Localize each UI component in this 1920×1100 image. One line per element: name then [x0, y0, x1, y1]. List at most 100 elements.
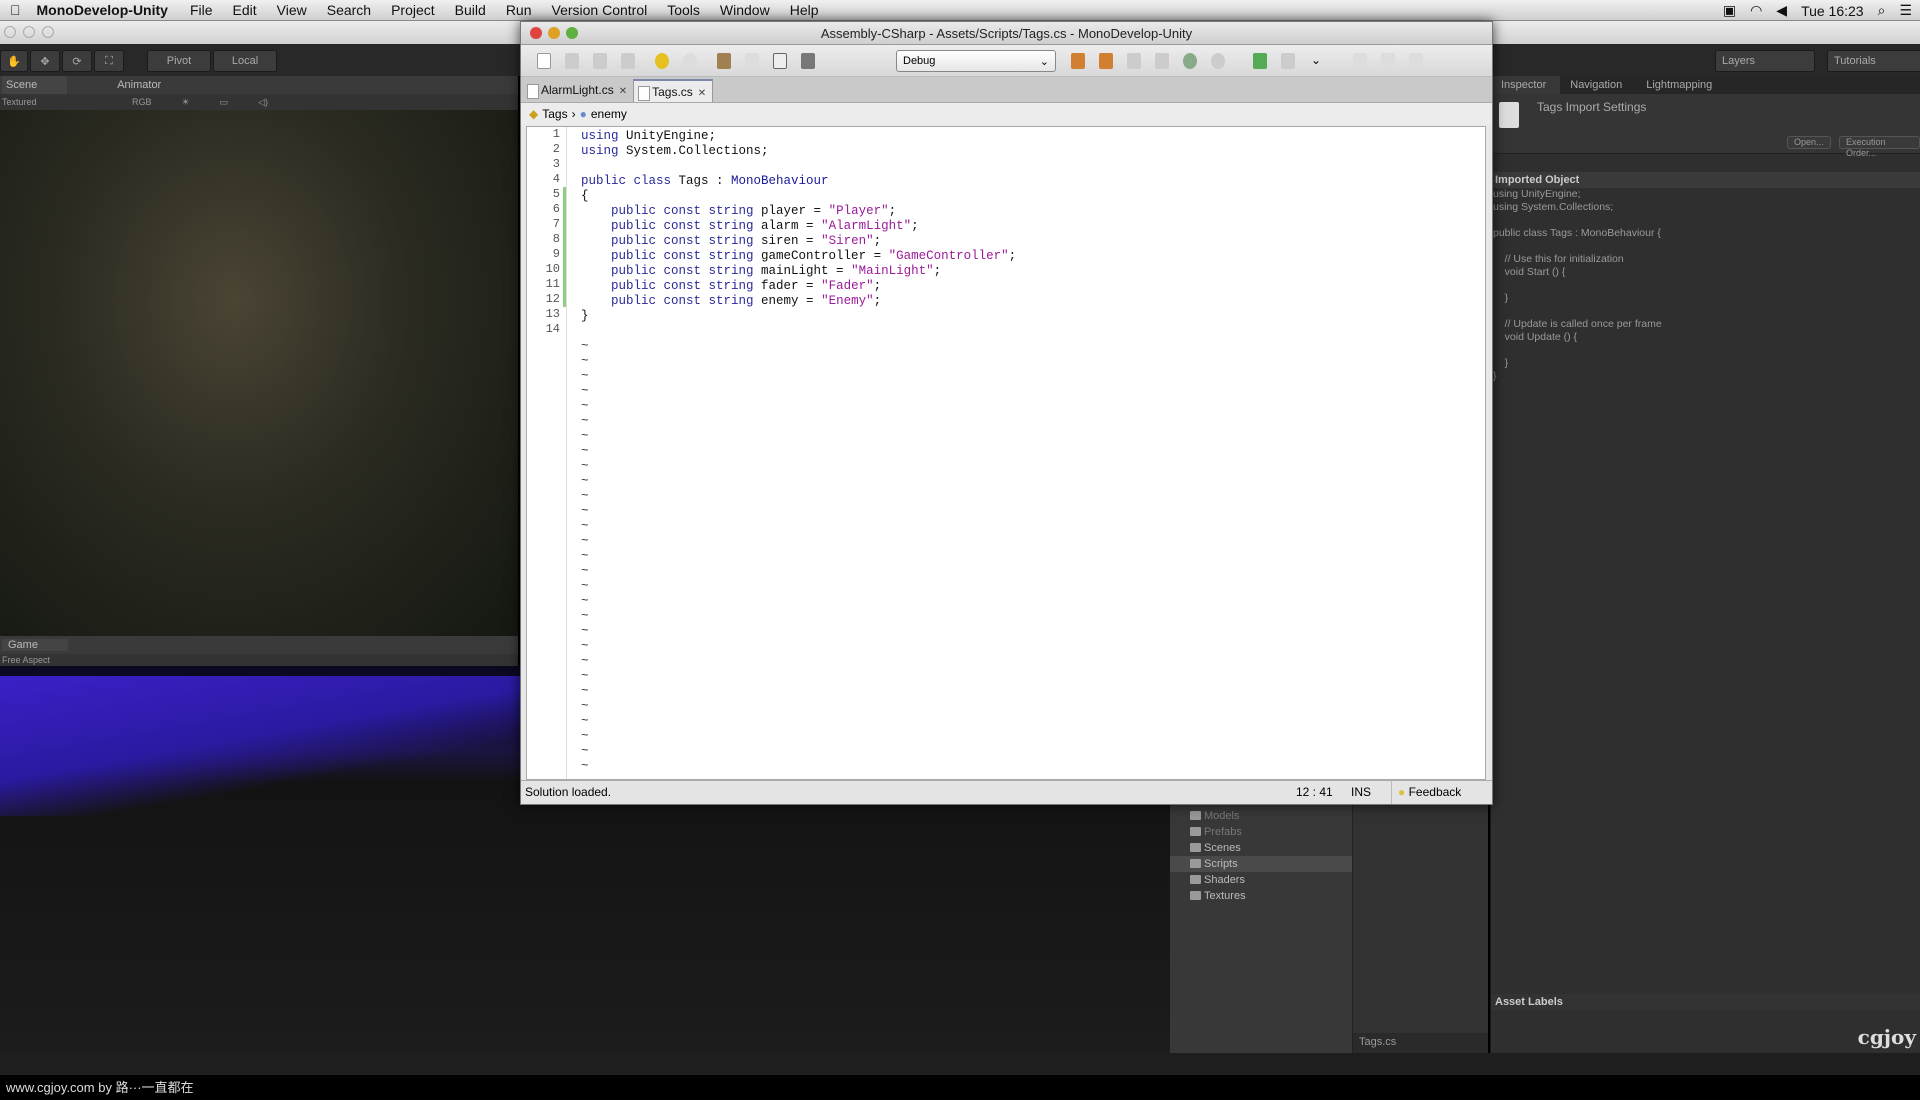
code-token: "AlarmLight" [821, 219, 912, 233]
rebuild-icon[interactable] [1099, 53, 1113, 69]
close-tab-icon[interactable]: ✕ [619, 86, 627, 97]
layers-dropdown[interactable]: Layers [1715, 50, 1815, 72]
audio-toggle-icon[interactable]: ◁) [258, 97, 268, 108]
build-icon[interactable] [1071, 53, 1085, 69]
local-button[interactable]: Local [213, 50, 277, 72]
menu-help[interactable]: Help [780, 2, 829, 18]
aspect-dropdown[interactable]: Free Aspect [2, 655, 50, 665]
copy-icon[interactable] [745, 53, 759, 69]
pivot-button[interactable]: Pivot [147, 50, 211, 72]
tab-inspector[interactable]: Inspector [1491, 76, 1561, 94]
cut-icon[interactable] [717, 53, 731, 69]
empty-line-marker: ~ [581, 354, 589, 368]
open-file-icon[interactable] [565, 53, 579, 69]
close-tab-icon[interactable]: ✕ [698, 88, 706, 99]
file-tab[interactable]: Tags.cs ✕ [633, 79, 714, 102]
undo-icon[interactable] [655, 53, 669, 69]
zoom-icon[interactable] [42, 26, 54, 38]
selected-asset-path[interactable]: Tags.cs [1353, 1033, 1488, 1053]
zoom-icon[interactable] [566, 27, 578, 39]
save-all-icon[interactable] [621, 53, 635, 69]
folder-scenes[interactable]: Scenes [1170, 840, 1352, 856]
list-icon[interactable]: ☰ [1899, 2, 1912, 19]
code-token: ; [933, 264, 942, 278]
clock[interactable]: Tue 16:23 [1801, 3, 1864, 19]
menu-file[interactable]: File [180, 2, 223, 18]
code-editor[interactable]: 1 2 3 4 5 6 7 8 9 10 11 12 13 14 using UnityEngine; usi… [526, 126, 1486, 780]
breadcrumb-member[interactable]: enemy [591, 103, 627, 125]
hand-tool-icon[interactable]: ✋ [0, 50, 28, 72]
step-icon[interactable] [1155, 53, 1169, 69]
move-tool-icon[interactable]: ✥ [30, 50, 60, 72]
breadcrumb-class[interactable]: Tags [542, 103, 567, 125]
folder-textures[interactable]: Textures [1170, 888, 1352, 904]
scale-tool-icon[interactable]: ⛶ [94, 50, 124, 72]
run-icon[interactable] [1183, 53, 1197, 69]
bookmark-next-icon[interactable] [1281, 53, 1295, 69]
minimize-icon[interactable] [548, 27, 560, 39]
volume-icon[interactable]: ◀ [1776, 2, 1787, 19]
execution-order-button[interactable]: Execution Order... [1839, 136, 1920, 158]
menu-version-control[interactable]: Version Control [542, 2, 658, 18]
menu-edit[interactable]: Edit [223, 2, 267, 18]
stop-icon[interactable] [1211, 53, 1225, 69]
image-effects-icon[interactable]: ▭ [220, 97, 229, 108]
menu-run[interactable]: Run [496, 2, 542, 18]
menu-window[interactable]: Window [710, 2, 780, 18]
empty-line-marker: ~ [581, 429, 589, 443]
attach-debugger-icon[interactable] [1127, 53, 1141, 69]
chevron-down-icon[interactable]: ⌄ [1311, 53, 1325, 69]
menu-view[interactable]: View [267, 2, 317, 18]
close-icon[interactable] [4, 26, 16, 38]
rotate-tool-icon[interactable]: ⟳ [62, 50, 92, 72]
tutorials-dropdown[interactable]: Tutorials [1827, 50, 1920, 72]
code-line: public const string siren = "Siren"; [581, 234, 1016, 249]
tab-lightmapping[interactable]: Lightmapping [1636, 76, 1726, 94]
tab-game[interactable]: Game [2, 639, 68, 651]
menu-app-name[interactable]: MonoDevelop-Unity [31, 2, 180, 18]
camera-icon[interactable]: ▣ [1723, 2, 1736, 19]
unindent-icon[interactable] [1381, 53, 1395, 69]
empty-line-marker: ~ [581, 579, 589, 593]
wifi-icon[interactable]: ◠ [1750, 2, 1762, 19]
code-token: "Fader" [821, 279, 874, 293]
new-file-icon[interactable] [537, 53, 551, 69]
folder-shaders[interactable]: Shaders [1170, 872, 1352, 888]
menu-build[interactable]: Build [445, 2, 496, 18]
empty-line-marker: ~ [581, 684, 589, 698]
shading-dropdown[interactable]: Textured [2, 97, 102, 107]
menu-search[interactable]: Search [317, 2, 381, 18]
monodevelop-titlebar: Assembly-CSharp - Assets/Scripts/Tags.cs… [521, 22, 1492, 45]
indent-icon[interactable] [1353, 53, 1367, 69]
close-icon[interactable] [530, 27, 542, 39]
redo-icon[interactable] [683, 53, 697, 69]
bookmark-icon[interactable] [1253, 53, 1267, 69]
folder-models[interactable]: Models [1170, 808, 1352, 824]
code-text[interactable]: using UnityEngine; using System.Collections… [581, 129, 1016, 774]
open-button[interactable]: Open... [1787, 136, 1831, 149]
tab-navigation[interactable]: Navigation [1560, 76, 1636, 94]
menu-tools[interactable]: Tools [657, 2, 710, 18]
lighting-toggle-icon[interactable]: ☀ [182, 97, 190, 108]
scene-view[interactable]: Scene Animator Textured RGB ☀ ▭ ◁) [0, 76, 518, 636]
minimize-icon[interactable] [23, 26, 35, 38]
tab-scene[interactable]: Scene [2, 76, 68, 94]
configuration-dropdown[interactable]: Debug ⌄ [896, 50, 1056, 72]
apple-icon[interactable]:  [0, 2, 31, 18]
tab-animator[interactable]: Animator [117, 76, 161, 94]
menu-project[interactable]: Project [381, 2, 445, 18]
folder-scripts[interactable]: Scripts [1170, 856, 1352, 872]
render-mode-dropdown[interactable]: RGB [132, 97, 152, 107]
comment-icon[interactable] [1409, 53, 1423, 69]
feedback-button[interactable]: ● Feedback [1391, 781, 1461, 804]
paste-icon[interactable] [773, 53, 787, 69]
folder-prefabs[interactable]: Prefabs [1170, 824, 1352, 840]
save-icon[interactable] [593, 53, 607, 69]
delete-icon[interactable] [801, 53, 815, 69]
file-tab[interactable]: AlarmLight.cs ✕ [523, 79, 633, 102]
spotlight-search-icon[interactable]: ⌕ [1878, 2, 1886, 19]
code-token: public const string [611, 294, 754, 308]
